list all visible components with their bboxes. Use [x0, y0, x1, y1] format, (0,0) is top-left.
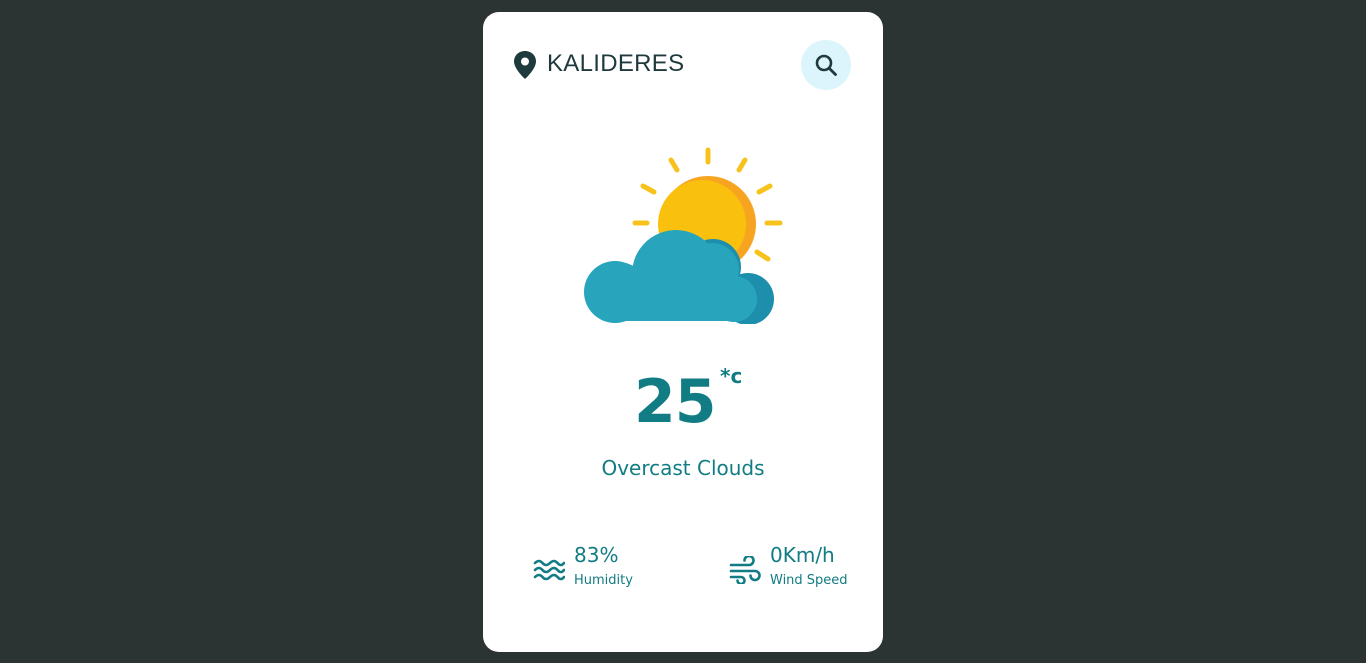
location-name: KALIDERES — [547, 50, 685, 77]
temperature-unit: *c — [720, 364, 743, 388]
humidity-stat: 83% Humidity — [533, 542, 683, 592]
search-icon — [815, 54, 837, 76]
humidity-label: Humidity — [574, 573, 633, 588]
temperature-display: 25 *c — [483, 362, 883, 442]
wind-stat: 0Km/h Wind Speed — [729, 542, 879, 592]
search-button[interactable] — [801, 40, 851, 90]
humidity-value: 83% — [574, 543, 619, 567]
partly-cloudy-sun-icon — [584, 147, 783, 324]
wind-speed-label: Wind Speed — [770, 573, 848, 588]
weather-description: Overcast Clouds — [601, 456, 765, 480]
map-pin-icon — [514, 51, 536, 79]
wind-speed-value: 0Km/h — [770, 543, 835, 567]
header: KALIDERES — [513, 40, 853, 90]
temperature-value: 25 — [634, 367, 716, 437]
wind-icon — [729, 556, 761, 584]
weather-card: KALIDERES 25 *c Overcast Clouds 83% Humi… — [483, 12, 883, 652]
water-waves-icon — [533, 559, 565, 581]
